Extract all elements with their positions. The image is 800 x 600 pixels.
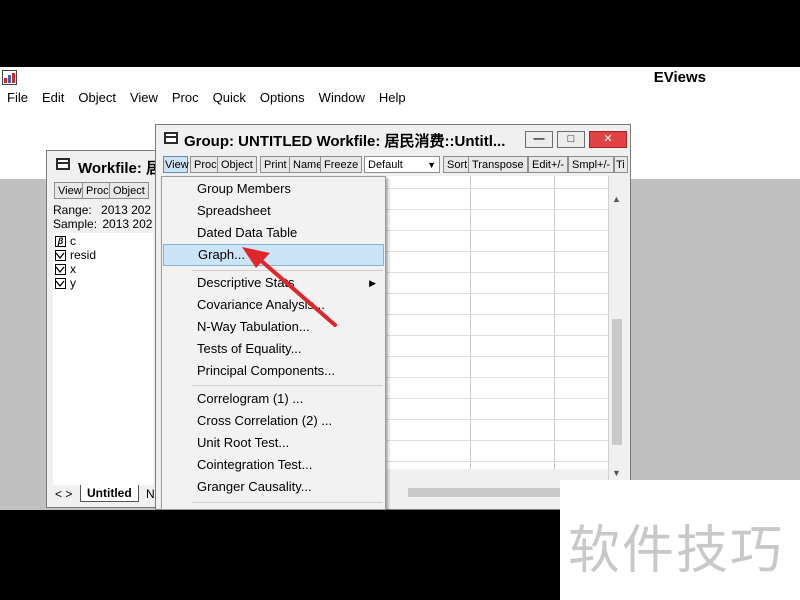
display-select[interactable]: Default ▼ bbox=[364, 156, 440, 173]
workfile-object[interactable]: x bbox=[55, 263, 76, 277]
menu-edit[interactable]: Edit bbox=[35, 88, 71, 110]
sort-button[interactable]: Sort bbox=[443, 156, 472, 173]
menu-item-granger-causality[interactable]: Granger Causality... bbox=[163, 476, 384, 498]
menu-options[interactable]: Options bbox=[253, 88, 312, 110]
series-icon bbox=[55, 278, 66, 290]
workfile-object[interactable]: βc bbox=[55, 235, 76, 249]
menu-item-cross-correlation[interactable]: Cross Correlation (2) ... bbox=[163, 410, 384, 432]
print-button[interactable]: Print bbox=[260, 156, 291, 173]
range-value[interactable]: 2013 202 bbox=[101, 203, 151, 217]
menu-item-correlogram[interactable]: Correlogram (1) ... bbox=[163, 388, 384, 410]
tab-next[interactable]: N bbox=[146, 487, 155, 501]
transpose-button[interactable]: Transpose bbox=[468, 156, 528, 173]
menu-item-n-way-tabulation[interactable]: N-Way Tabulation... bbox=[163, 316, 384, 338]
menu-bar: File Edit Object View Proc Quick Options… bbox=[0, 88, 413, 110]
scroll-up-icon[interactable]: ▲ bbox=[612, 194, 621, 204]
series-icon bbox=[55, 250, 66, 262]
menu-item-graph[interactable]: Graph... bbox=[163, 244, 384, 266]
menu-item-group-members[interactable]: Group Members bbox=[163, 178, 384, 200]
menu-window[interactable]: Window bbox=[312, 88, 372, 110]
smpl-toggle-button[interactable]: Smpl+/- bbox=[568, 156, 615, 173]
menu-help[interactable]: Help bbox=[372, 88, 413, 110]
descriptive-stats-label: Descriptive Stats bbox=[197, 275, 295, 290]
tab-untitled[interactable]: Untitled bbox=[80, 485, 139, 502]
menu-object[interactable]: Object bbox=[71, 88, 123, 110]
watermark-text: 软件技巧 bbox=[568, 521, 785, 581]
menu-item-spreadsheet[interactable]: Spreadsheet bbox=[163, 200, 384, 222]
workfile-object-list: βc resid x y bbox=[53, 233, 153, 485]
view-dropdown-menu: Group Members Spreadsheet Dated Data Tab… bbox=[161, 176, 386, 510]
workfile-window[interactable]: Workfile: 居 View Proc Object Range: 2013… bbox=[46, 150, 166, 508]
menu-item-descriptive-stats[interactable]: Descriptive Stats ▶ bbox=[163, 272, 384, 294]
workfile-object[interactable]: resid bbox=[55, 249, 96, 263]
object-name: x bbox=[70, 262, 76, 276]
menu-proc[interactable]: Proc bbox=[165, 88, 206, 110]
view-button[interactable]: View bbox=[163, 156, 189, 173]
sample-label: Sample: bbox=[53, 217, 98, 231]
window-icon bbox=[164, 132, 178, 144]
scroll-thumb[interactable] bbox=[612, 319, 622, 445]
object-button[interactable]: Object bbox=[217, 156, 257, 173]
close-button[interactable]: ✕ bbox=[589, 131, 627, 148]
minimize-button[interactable]: — bbox=[525, 131, 553, 148]
maximize-button[interactable]: □ bbox=[557, 131, 585, 148]
menu-item-principal-components[interactable]: Principal Components... bbox=[163, 360, 384, 382]
sample-row: Sample: 2013 202 bbox=[53, 217, 153, 231]
screen: EViews File Edit Object View Proc Quick … bbox=[0, 67, 800, 510]
series-icon bbox=[55, 264, 66, 276]
sample-value[interactable]: 2013 202 bbox=[102, 217, 152, 231]
object-name: c bbox=[70, 234, 76, 248]
menu-quick[interactable]: Quick bbox=[206, 88, 253, 110]
menu-file[interactable]: File bbox=[0, 88, 35, 110]
wf-view-button[interactable]: View bbox=[54, 182, 86, 199]
display-select-value: Default bbox=[368, 159, 403, 171]
workfile-tabbar: < > Untitled N bbox=[53, 485, 161, 504]
menu-item-covariance-analysis[interactable]: Covariance Analysis... bbox=[163, 294, 384, 316]
object-name: resid bbox=[70, 248, 97, 262]
workfile-titlebar[interactable]: Workfile: 居 bbox=[47, 151, 165, 178]
workfile-title: Workfile: 居 bbox=[78, 160, 162, 177]
submenu-arrow-icon: ▶ bbox=[369, 278, 376, 288]
menu-view[interactable]: View bbox=[123, 88, 165, 110]
group-titlebar[interactable]: Group: UNTITLED Workfile: 居民消费::Untitl..… bbox=[156, 125, 630, 152]
group-title: Group: UNTITLED Workfile: 居民消费::Untitl..… bbox=[184, 133, 506, 150]
edit-toggle-button[interactable]: Edit+/- bbox=[528, 156, 569, 173]
menu-item-tests-of-equality[interactable]: Tests of Equality... bbox=[163, 338, 384, 360]
range-label: Range: bbox=[53, 203, 92, 217]
chevron-down-icon: ▼ bbox=[427, 160, 436, 170]
tab-nav-arrows[interactable]: < > bbox=[55, 487, 72, 501]
eviews-app-icon[interactable] bbox=[2, 70, 17, 85]
freeze-button[interactable]: Freeze bbox=[320, 156, 363, 173]
object-name: y bbox=[70, 276, 76, 290]
menu-item-dated-data-table[interactable]: Dated Data Table bbox=[163, 222, 384, 244]
workfile-object[interactable]: y bbox=[55, 277, 76, 291]
title-button[interactable]: Ti bbox=[614, 156, 628, 173]
vertical-scrollbar[interactable]: ▲ ▼ bbox=[608, 176, 625, 484]
menu-item-unit-root-test[interactable]: Unit Root Test... bbox=[163, 432, 384, 454]
wf-object-button[interactable]: Object bbox=[109, 182, 149, 199]
window-icon bbox=[56, 158, 70, 170]
app-title: EViews bbox=[653, 69, 706, 86]
range-row: Range: 2013 202 bbox=[53, 203, 153, 217]
beta-coef-icon: β bbox=[55, 236, 66, 248]
menu-item-cointegration-test[interactable]: Cointegration Test... bbox=[163, 454, 384, 476]
scroll-down-icon[interactable]: ▼ bbox=[612, 468, 621, 478]
